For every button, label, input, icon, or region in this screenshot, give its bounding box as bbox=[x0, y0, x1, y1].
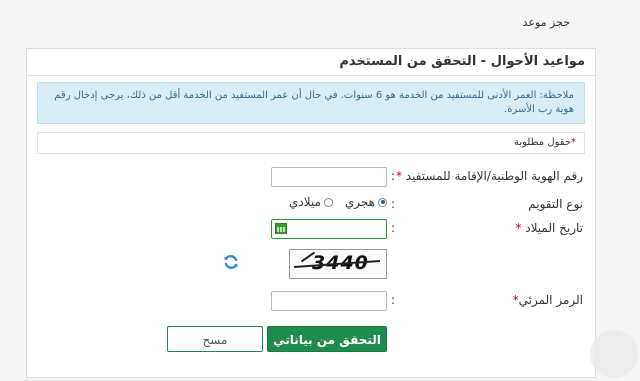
calendar-label: نوع التقويم bbox=[528, 197, 583, 211]
calendar-radio-group: هجري ميلادي bbox=[289, 195, 387, 209]
required-fields-text: حقول مطلوبة bbox=[513, 137, 571, 148]
calendar-icon[interactable] bbox=[275, 223, 287, 234]
radio-hijri[interactable]: هجري bbox=[345, 195, 387, 209]
id-colon: : bbox=[390, 169, 395, 183]
radio-gregorian-label: ميلادي bbox=[288, 195, 321, 209]
id-label: رقم الهوية الوطنية/الإقامة للمستفيد * bbox=[395, 169, 583, 183]
id-row: رقم الهوية الوطنية/الإقامة للمستفيد * : bbox=[27, 167, 595, 189]
code-row: الرمز المرئي* : bbox=[27, 291, 595, 313]
dob-row: تاريخ الميلاد * : bbox=[27, 219, 595, 241]
captcha-image: 3440 bbox=[289, 249, 387, 279]
dob-input[interactable] bbox=[271, 219, 387, 239]
radio-gregorian-circle[interactable] bbox=[323, 197, 333, 207]
captcha-row: 3440 bbox=[27, 249, 595, 279]
top-bar: حجز موعد bbox=[0, 0, 640, 46]
radio-hijri-circle[interactable] bbox=[378, 197, 387, 207]
dob-label: تاريخ الميلاد * bbox=[515, 221, 583, 235]
panel-title: مواعيد الأحوال - التحقق من المستخدم bbox=[27, 49, 595, 76]
dob-colon: : bbox=[390, 221, 395, 235]
radio-gregorian[interactable]: ميلادي bbox=[289, 195, 333, 209]
id-number-input[interactable] bbox=[271, 167, 387, 187]
code-colon: : bbox=[390, 293, 395, 307]
radio-hijri-label: هجري bbox=[344, 195, 375, 209]
verify-button[interactable]: التحقق من بياناتي bbox=[267, 326, 387, 352]
clear-button[interactable]: مسح bbox=[167, 326, 263, 352]
code-label: الرمز المرئي* bbox=[512, 293, 583, 307]
button-row: التحقق من بياناتي مسح bbox=[27, 326, 595, 354]
calendar-row: نوع التقويم : هجري ميلادي bbox=[27, 195, 595, 217]
watermark-logo bbox=[590, 330, 638, 378]
required-fields-note: *حقول مطلوبة bbox=[37, 132, 585, 154]
refresh-icon[interactable] bbox=[223, 254, 239, 270]
breadcrumb[interactable]: حجز موعد bbox=[523, 16, 570, 29]
visual-code-input[interactable] bbox=[271, 291, 387, 311]
verification-panel: مواعيد الأحوال - التحقق من المستخدم ملاح… bbox=[26, 48, 596, 378]
required-star: * bbox=[571, 137, 576, 148]
calendar-colon: : bbox=[390, 197, 395, 211]
age-notice: ملاحظة: العمر الأدنى للمستفيد من الخدمة … bbox=[37, 82, 585, 124]
